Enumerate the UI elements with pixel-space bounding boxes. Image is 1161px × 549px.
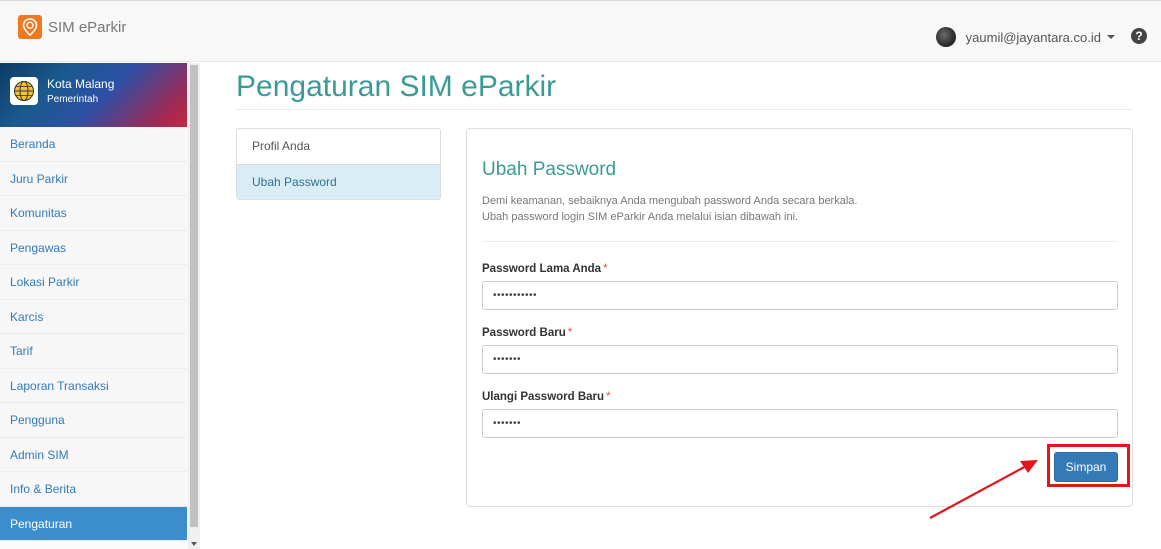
sidebar-item-pengguna[interactable]: Pengguna	[0, 403, 187, 438]
sidebar-item-beranda[interactable]: Beranda	[0, 127, 187, 162]
subnav-item-profil[interactable]: Profil Anda	[237, 129, 440, 164]
old-password-label-text: Password Lama Anda	[482, 263, 602, 275]
brand[interactable]: SIM eParkir	[18, 15, 126, 39]
sidebar: Kota Malang Pemerintah Beranda Juru Park…	[0, 63, 200, 549]
page-title: Pengaturan SIM eParkir	[236, 70, 557, 103]
scrollbar-thumb[interactable]	[190, 65, 198, 527]
old-password-input[interactable]: •••••••••••	[482, 281, 1118, 310]
chevron-down-icon	[1107, 35, 1115, 39]
form-description: Demi keamanan, sebaiknya Anda mengubah p…	[482, 193, 857, 225]
sidebar-item-karcis[interactable]: Karcis	[0, 299, 187, 334]
sidebar-org-header: Kota Malang Pemerintah	[0, 63, 187, 127]
location-pin-icon	[18, 15, 42, 39]
required-marker: *	[603, 263, 608, 275]
globe-emblem-icon	[10, 77, 38, 105]
org-type: Pemerintah	[47, 94, 99, 105]
sidebar-item-pengawas[interactable]: Pengawas	[0, 230, 187, 265]
user-menu[interactable]: yaumil@jayantara.co.id	[935, 27, 1115, 47]
sidebar-item-tarif[interactable]: Tarif	[0, 334, 187, 369]
sidebar-item-laporan-transaksi[interactable]: Laporan Transaksi	[0, 368, 187, 403]
confirm-password-label: Ulangi Password Baru *	[482, 391, 611, 403]
avatar-icon	[935, 27, 956, 47]
scroll-down-arrow-icon[interactable]	[191, 542, 197, 546]
org-name: Kota Malang	[47, 77, 115, 91]
sidebar-item-info-berita[interactable]: Info & Berita	[0, 472, 187, 507]
sidebar-menu: Beranda Juru Parkir Komunitas Pengawas L…	[0, 127, 187, 541]
confirm-password-input[interactable]: •••••••	[482, 409, 1118, 438]
sidebar-item-pengaturan[interactable]: Pengaturan	[0, 506, 187, 541]
question-circle-icon[interactable]: ?	[1131, 28, 1147, 44]
sidebar-item-juru-parkir[interactable]: Juru Parkir	[0, 161, 187, 196]
user-email: yaumil@jayantara.co.id	[965, 29, 1101, 45]
new-password-label-text: Password Baru	[482, 327, 566, 339]
new-password-label: Password Baru *	[482, 327, 572, 339]
form-divider	[482, 241, 1118, 242]
sidebar-item-admin-sim[interactable]: Admin SIM	[0, 437, 187, 472]
confirm-password-label-text: Ulangi Password Baru	[482, 391, 605, 403]
form-heading: Ubah Password	[482, 159, 617, 180]
new-password-input[interactable]: •••••••	[482, 345, 1118, 374]
form-description-line2: Ubah password login SIM eParkir Anda mel…	[482, 211, 799, 223]
top-navbar: SIM eParkir yaumil@jayantara.co.id ?	[0, 0, 1161, 62]
form-description-line1: Demi keamanan, sebaiknya Anda mengubah p…	[482, 195, 858, 207]
app-title: SIM eParkir	[48, 18, 127, 36]
required-marker: *	[567, 327, 573, 339]
settings-subnav: Profil Anda Ubah Password	[236, 128, 441, 200]
subnav-item-ubah-password[interactable]: Ubah Password	[237, 164, 440, 199]
annotation-arrow-icon	[929, 460, 1038, 519]
required-marker: *	[606, 391, 611, 403]
title-divider	[236, 109, 1132, 110]
change-password-panel: Ubah Password Demi keamanan, sebaiknya A…	[466, 128, 1133, 507]
sidebar-scrollbar[interactable]	[188, 63, 200, 549]
old-password-label: Password Lama Anda *	[482, 263, 608, 275]
sidebar-item-lokasi-parkir[interactable]: Lokasi Parkir	[0, 265, 187, 300]
annotation-highlight-box	[1047, 444, 1130, 487]
sidebar-item-komunitas[interactable]: Komunitas	[0, 196, 187, 231]
